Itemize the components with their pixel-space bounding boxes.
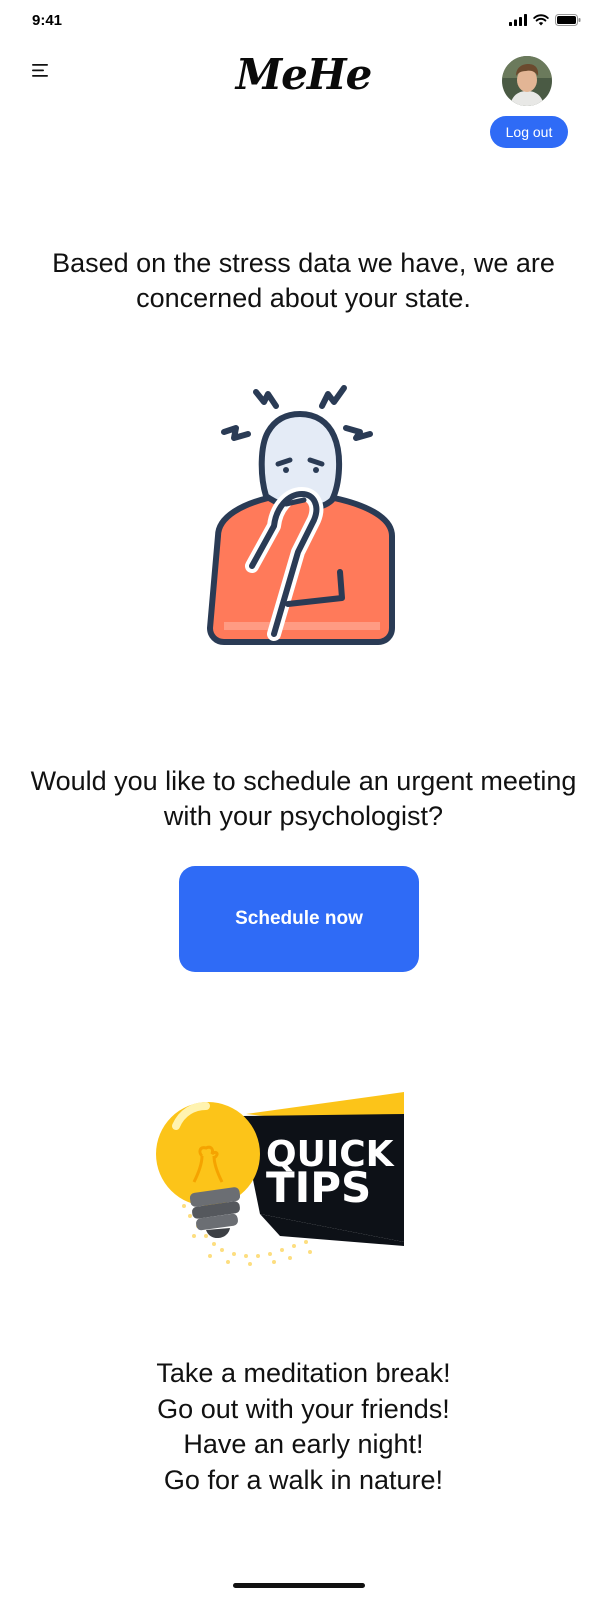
tip-item: Take a meditation break! [156, 1358, 451, 1388]
user-avatar-image [502, 56, 552, 106]
logout-button[interactable]: Log out [490, 116, 568, 148]
status-icons [509, 13, 581, 27]
schedule-prompt: Would you like to schedule an urgent mee… [30, 766, 577, 831]
schedule-now-button[interactable]: Schedule now [179, 866, 419, 972]
concern-message: Based on the stress data we have, we are… [52, 248, 555, 313]
quick-tips-line2: TIPS [266, 1163, 371, 1212]
wifi-icon [533, 14, 549, 26]
tip-item: Have an early night! [183, 1429, 424, 1459]
signal-icon [509, 14, 527, 26]
battery-icon [555, 14, 581, 26]
avatar[interactable] [502, 56, 552, 106]
stressed-person-illustration [204, 376, 404, 652]
home-indicator[interactable] [233, 1583, 365, 1588]
tips-list: Take a meditation break! Go out with you… [30, 1356, 577, 1498]
quick-tips-graphic: QUICK TIPS [150, 1086, 412, 1268]
tip-item: Go for a walk in nature! [163, 1464, 444, 1495]
tip-item: Go out with your friends! [157, 1393, 450, 1424]
status-time: 9:41 [32, 12, 63, 29]
